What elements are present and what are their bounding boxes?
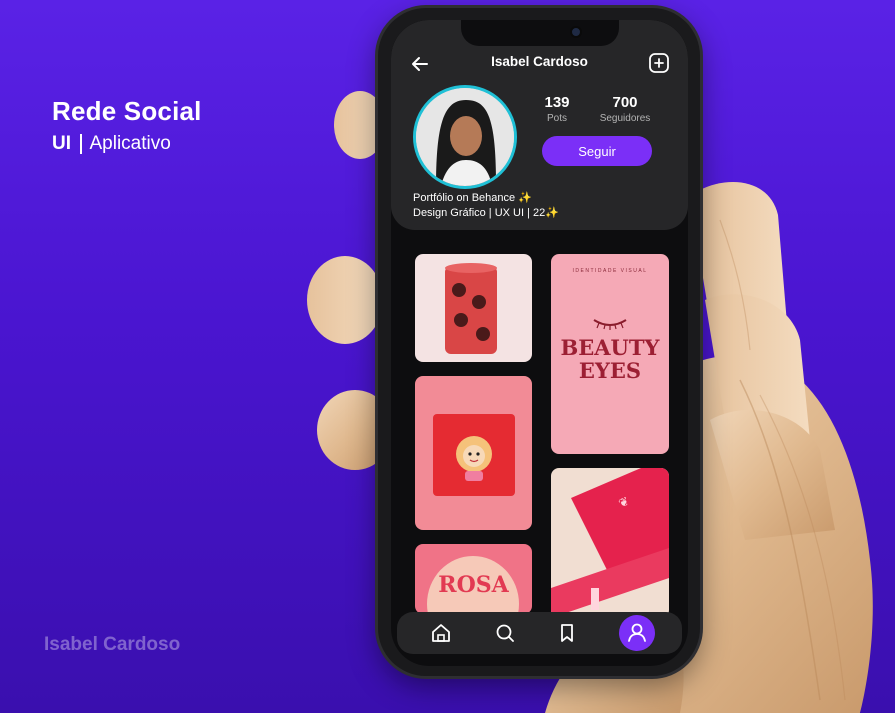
bottom-navigation (397, 612, 682, 654)
follow-button[interactable]: Seguir (542, 136, 652, 166)
profile-name-title: Isabel Cardoso (491, 54, 588, 69)
posts-label: Pots (546, 113, 567, 124)
phone-screen: Isabel Cardoso 139 Pots 700 Seguidores S… (391, 20, 688, 666)
posts-grid: IDENTIDADE VISUAL BEAUTY EYES ❦ ROSA (391, 230, 688, 618)
bio-line-1: Portfólio on Behance ✨ (413, 192, 532, 204)
post-tile[interactable] (415, 376, 532, 530)
followers-stat: 700 Seguidores (595, 94, 655, 124)
bookmark-icon[interactable] (555, 621, 579, 645)
post-tile[interactable] (415, 254, 532, 362)
post-tile-title: BEAUTY EYES (551, 336, 669, 382)
post-title-line-2: EYES (578, 358, 642, 383)
front-camera (570, 26, 582, 38)
posts-stat: 139 Pots (542, 94, 572, 124)
posts-count: 139 (544, 94, 570, 111)
post-title-line-1: BEAUTY (560, 335, 660, 360)
post-tile[interactable]: ROSA (415, 544, 532, 614)
followers-count: 700 (612, 94, 638, 111)
profile-bio: Portfólio on Behance ✨ Design Gráfico | … (413, 191, 559, 221)
bio-line-2: Design Gráfico | UX UI | 22✨ (413, 207, 559, 219)
search-icon[interactable] (493, 621, 517, 645)
phone-notch (461, 20, 619, 46)
post-tile[interactable]: ❦ (551, 468, 669, 618)
followers-label: Seguidores (599, 113, 651, 124)
profile-card: Isabel Cardoso 139 Pots 700 Seguidores S… (391, 20, 688, 230)
post-tile-title: ROSA (438, 572, 509, 598)
profile-icon[interactable] (619, 615, 655, 651)
post-tile[interactable]: IDENTIDADE VISUAL BEAUTY EYES (551, 254, 669, 454)
home-icon[interactable] (429, 621, 453, 645)
add-post-icon[interactable] (648, 52, 670, 74)
post-tile-caption: IDENTIDADE VISUAL (572, 268, 648, 274)
avatar[interactable] (413, 85, 517, 189)
eyelash-icon (593, 319, 627, 330)
